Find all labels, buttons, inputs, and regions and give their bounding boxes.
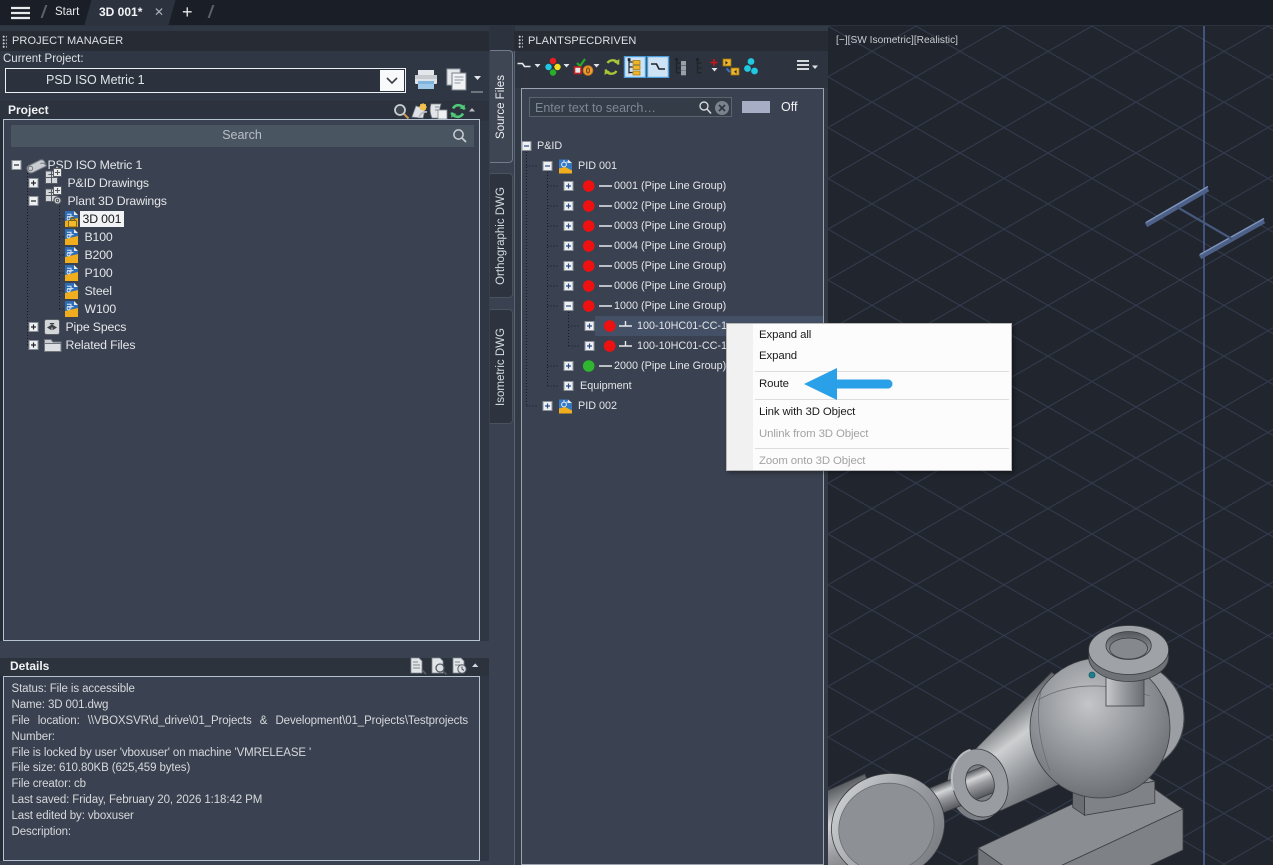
svg-text:0: 0 [586, 67, 591, 76]
